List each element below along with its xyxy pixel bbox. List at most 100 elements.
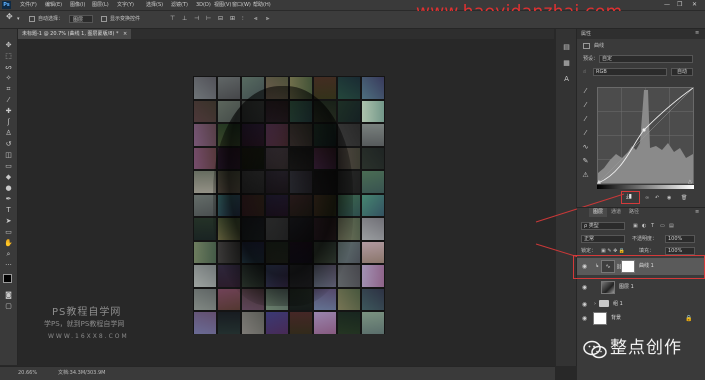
reset-icon[interactable]: ↶ xyxy=(655,195,659,202)
type-tool-icon[interactable]: T xyxy=(3,206,14,215)
eraser-tool-icon[interactable]: ◫ xyxy=(3,151,14,160)
menu-item-1[interactable]: 编辑(E) xyxy=(45,1,62,9)
align-icon[interactable]: ⊤ xyxy=(170,15,175,23)
auto-select-dropdown[interactable]: 图层 xyxy=(69,15,93,23)
document-tab[interactable]: 未标题-1 @ 20.7% (曲线 1, 图层蒙版/8) * × xyxy=(18,29,132,39)
filter-icon[interactable]: ◐ xyxy=(642,223,646,230)
pencil-curve-icon[interactable]: ✎ xyxy=(580,157,591,166)
channel-dropdown[interactable]: RGB xyxy=(593,68,667,76)
document-info[interactable]: 文档:34.3M/303.9M xyxy=(58,370,105,377)
layer-name[interactable]: 组 1 xyxy=(613,301,623,308)
smooth-icon[interactable]: ⚠ xyxy=(580,171,591,180)
magic-wand-icon[interactable]: ✧ xyxy=(3,74,14,83)
align-icon[interactable]: ⫶ xyxy=(242,15,244,23)
screen-mode-icon[interactable]: ▢ xyxy=(3,302,14,311)
expand-group-icon[interactable]: › xyxy=(594,301,596,307)
menu-item-9[interactable]: 窗口(W) xyxy=(232,1,251,9)
sample-point-icon[interactable]: ⁄ xyxy=(580,87,591,96)
tab-1[interactable]: 通道 xyxy=(607,208,625,217)
maximize-button[interactable]: ❐ xyxy=(677,1,682,9)
lasso-tool-icon[interactable]: ᔕ xyxy=(3,63,14,72)
healing-brush-icon[interactable]: ✚ xyxy=(3,107,14,116)
layer-kind-filter[interactable]: ρ 类型 xyxy=(581,222,625,230)
black-slider-icon[interactable]: ▲ xyxy=(597,179,601,185)
layer-name[interactable]: 图层 1 xyxy=(619,284,634,291)
show-transform-checkbox[interactable] xyxy=(101,16,107,22)
layer-row-layer1[interactable]: ◉ 图层 1 xyxy=(577,279,705,296)
menu-item-8[interactable]: 视图(V) xyxy=(214,1,231,9)
rectangle-tool-icon[interactable]: ▭ xyxy=(3,228,14,237)
visibility-eye-icon[interactable]: ◉ xyxy=(581,315,588,322)
minimize-button[interactable]: — xyxy=(664,1,670,9)
visibility-eye-icon[interactable]: ◉ xyxy=(581,301,588,308)
foreground-color-swatch[interactable] xyxy=(3,274,12,283)
align-icon[interactable]: ⫸ xyxy=(266,15,269,23)
hand-tool-icon[interactable]: ✋ xyxy=(3,239,14,248)
zoom-tool-icon[interactable]: ⌕ xyxy=(3,250,14,259)
more-tools-icon[interactable]: ··· xyxy=(3,261,14,270)
preset-dropdown[interactable]: 自定 xyxy=(599,55,693,63)
visibility-eye-icon[interactable]: ◉ xyxy=(581,284,588,291)
panel-menu-icon[interactable]: ≡ xyxy=(695,30,699,37)
menu-item-5[interactable]: 选择(S) xyxy=(146,1,163,9)
filter-icon[interactable]: ▣ xyxy=(633,223,638,230)
white-point-icon[interactable]: ⁄ xyxy=(580,129,591,138)
filter-icon[interactable]: ▤ xyxy=(669,223,674,230)
channel-hand-icon[interactable]: ☝ xyxy=(583,69,586,76)
quick-mask-icon[interactable]: ◙ xyxy=(3,291,14,300)
filter-icon[interactable]: ▭ xyxy=(660,223,665,230)
link-icon[interactable]: ∞ xyxy=(645,195,649,202)
lock-icons[interactable]: ▣ ✎ ✥ 🔒 xyxy=(601,248,625,255)
history-panel-icon[interactable]: ▤ xyxy=(561,43,572,52)
opacity-input[interactable]: 100% xyxy=(665,235,695,243)
curves-graph[interactable] xyxy=(597,87,694,184)
zoom-level[interactable]: 20.66% xyxy=(18,370,37,377)
auto-button[interactable]: 自动 xyxy=(671,68,693,76)
move-tool-icon[interactable]: ✥ xyxy=(3,41,14,50)
tab-2[interactable]: 路径 xyxy=(625,208,643,217)
fill-input[interactable]: 100% xyxy=(665,247,695,255)
gradient-tool-icon[interactable]: ▭ xyxy=(3,162,14,171)
close-tab-icon[interactable]: × xyxy=(123,31,127,37)
layer-name[interactable]: 背景 xyxy=(611,315,621,322)
delete-icon[interactable]: 🗑 xyxy=(681,195,687,202)
stamp-tool-icon[interactable]: ♙ xyxy=(3,129,14,138)
blur-tool-icon[interactable]: ◆ xyxy=(3,173,14,182)
background-thumbnail[interactable] xyxy=(593,312,607,325)
align-icon[interactable]: ⊞ xyxy=(230,15,235,23)
move-tool-icon[interactable]: ✥ xyxy=(6,13,13,21)
photo-mosaic-canvas[interactable] xyxy=(193,76,385,334)
layer-row-background[interactable]: ◉ 背景 🔒 xyxy=(577,310,705,327)
crop-tool-icon[interactable]: ⌗ xyxy=(3,85,14,94)
auto-select-checkbox[interactable] xyxy=(29,16,35,22)
align-icon[interactable]: ⊟ xyxy=(218,15,223,23)
close-window-button[interactable]: ✕ xyxy=(692,1,697,9)
menu-item-3[interactable]: 图层(L) xyxy=(92,1,109,9)
align-icon[interactable]: ⊢ xyxy=(206,15,211,23)
filter-icon[interactable]: T xyxy=(651,223,654,230)
layers-menu-icon[interactable]: ≡ xyxy=(695,209,699,216)
pen-tool-icon[interactable]: ✒ xyxy=(3,195,14,204)
menu-item-7[interactable]: 3D(D) xyxy=(196,1,211,9)
gray-point-icon[interactable]: ⁄ xyxy=(580,115,591,124)
marquee-tool-icon[interactable]: ⬚ xyxy=(3,52,14,61)
history-brush-icon[interactable]: ↺ xyxy=(3,140,14,149)
visibility-icon[interactable]: ◉ xyxy=(667,195,671,202)
curve-control-point[interactable] xyxy=(642,128,646,132)
chevron-down-icon[interactable]: ▾ xyxy=(17,15,20,23)
dodge-tool-icon[interactable]: ● xyxy=(3,184,14,193)
white-slider-icon[interactable]: △ xyxy=(688,179,692,185)
align-icon[interactable]: ⊥ xyxy=(182,15,187,23)
menu-item-10[interactable]: 帮助(H) xyxy=(253,1,271,9)
curve-edit-icon[interactable]: ∿ xyxy=(580,143,591,152)
menu-item-6[interactable]: 滤镜(T) xyxy=(171,1,188,9)
black-point-icon[interactable]: ⁄ xyxy=(580,101,591,110)
menu-item-4[interactable]: 文字(Y) xyxy=(117,1,134,9)
align-icon[interactable]: ⫷ xyxy=(254,15,257,23)
layer-thumbnail[interactable] xyxy=(601,281,615,294)
blend-mode-dropdown[interactable]: 正常 xyxy=(581,235,625,243)
menu-item-0[interactable]: 文件(F) xyxy=(20,1,37,9)
tab-0[interactable]: 图层 xyxy=(589,208,608,217)
brush-panel-icon[interactable]: ▦ xyxy=(561,59,572,68)
align-icon[interactable]: ⊣ xyxy=(194,15,199,23)
